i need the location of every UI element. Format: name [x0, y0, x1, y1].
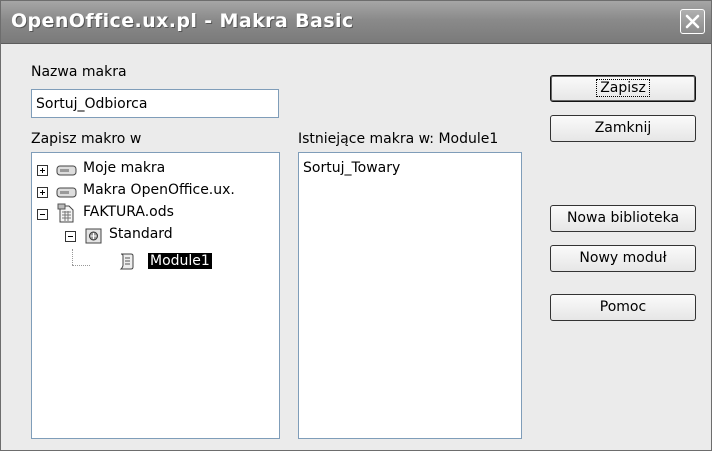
expand-plus-icon[interactable] — [37, 165, 48, 176]
tree-item-my-macros[interactable]: Moje makra — [36, 160, 276, 180]
collapse-minus-icon[interactable] — [65, 231, 76, 242]
macro-name-label: Nazwa makra — [31, 64, 127, 80]
tree-item-label-selected: Module1 — [148, 253, 212, 269]
save-button-label: Zapisz — [596, 79, 650, 97]
close-button[interactable]: Zamknij — [550, 115, 696, 142]
existing-macros-list[interactable]: Sortuj_Towary — [298, 152, 522, 439]
existing-macros-label: Istniejące makra w: Module1 — [298, 131, 499, 147]
tree-item-label: Makra OpenOffice.ux. — [83, 182, 235, 198]
library-icon — [85, 228, 102, 244]
window-title: OpenOffice.ux.pl - Makra Basic — [11, 10, 354, 32]
expand-plus-icon[interactable] — [37, 187, 48, 198]
close-window-button[interactable] — [680, 9, 705, 34]
list-item[interactable]: Sortuj_Towary — [303, 160, 400, 180]
title-bar[interactable]: OpenOffice.ux.pl - Makra Basic — [1, 1, 711, 44]
tree-item-faktura[interactable]: FAKTURA.ods — [36, 203, 276, 224]
drawer-icon — [56, 187, 77, 198]
tree-item-module1[interactable]: Module1 — [116, 253, 226, 273]
save-button[interactable]: Zapisz — [550, 75, 696, 102]
close-icon — [685, 14, 700, 29]
tree-item-standard[interactable]: Standard — [64, 226, 274, 246]
tree-item-label: Standard — [109, 226, 173, 242]
drawer-icon — [56, 165, 77, 176]
tree-item-label: FAKTURA.ods — [83, 204, 174, 220]
collapse-minus-icon[interactable] — [37, 209, 48, 220]
new-module-button[interactable]: Nowy moduł — [550, 245, 696, 272]
help-button[interactable]: Pomoc — [550, 294, 696, 321]
tree-item-openoffice-macros[interactable]: Makra OpenOffice.ux. — [36, 182, 276, 202]
new-library-button[interactable]: Nowa biblioteka — [550, 205, 696, 232]
library-tree[interactable]: Moje makra Makra OpenOffice.ux. FAKTURA.… — [31, 152, 280, 439]
macro-name-input[interactable] — [31, 89, 279, 118]
save-in-label: Zapisz makro w — [31, 131, 142, 147]
tree-item-label: Moje makra — [83, 160, 166, 176]
macro-dialog: OpenOffice.ux.pl - Makra Basic Nazwa mak… — [0, 0, 712, 451]
module-icon — [119, 253, 134, 270]
spreadsheet-document-icon — [57, 203, 74, 223]
